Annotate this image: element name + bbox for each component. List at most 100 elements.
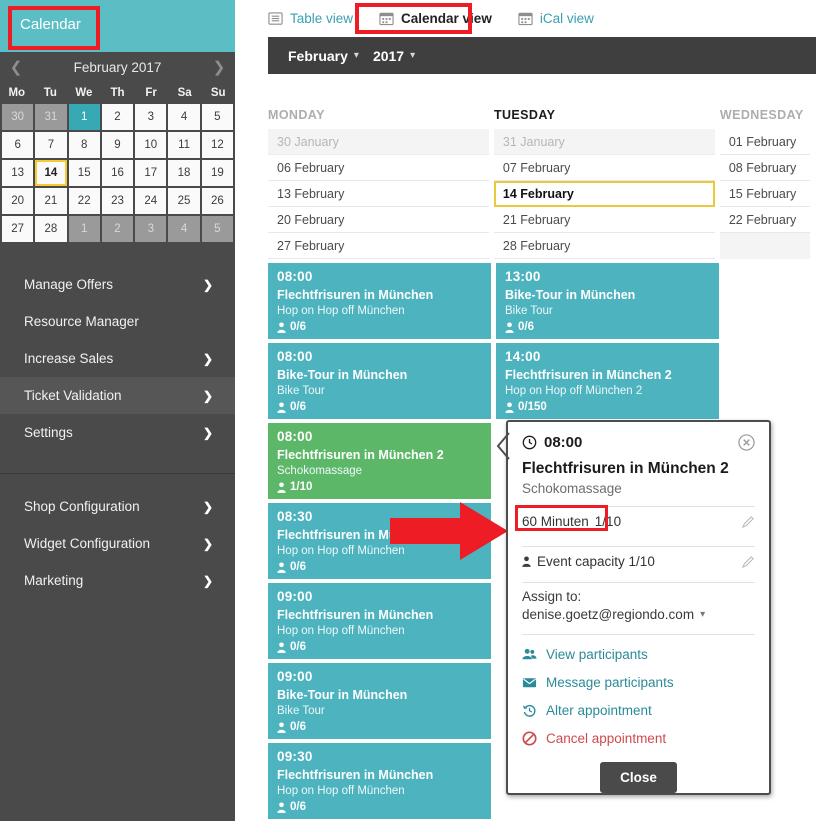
- mini-calendar-day[interactable]: 5: [201, 216, 233, 242]
- calendar-event-card[interactable]: 08:00 Flechtfrisuren in München 2 Schokoma…: [268, 423, 491, 499]
- mini-calendar-day[interactable]: 21: [35, 188, 67, 214]
- month-dropdown[interactable]: February: [288, 48, 348, 64]
- date-cell[interactable]: 15 February: [719, 181, 816, 207]
- date-cell[interactable]: 14 February: [493, 181, 715, 207]
- calendar-event-card[interactable]: 13:00 Bike-Tour in München Bike Tour 0/6: [496, 263, 719, 339]
- mini-calendar-day[interactable]: 1: [68, 216, 100, 242]
- mini-calendar-day[interactable]: 7: [35, 132, 67, 158]
- annotation-redbox-duration: [515, 505, 608, 531]
- close-circle-icon[interactable]: [738, 434, 755, 451]
- mini-calendar-day[interactable]: 20: [2, 188, 34, 214]
- mini-calendar-day[interactable]: 4: [168, 104, 200, 130]
- mini-calendar-day[interactable]: 22: [68, 188, 100, 214]
- date-cell[interactable]: 08 February: [719, 155, 816, 181]
- event-capacity: 0/6: [277, 401, 482, 413]
- calendar-event-card[interactable]: 08:00 Flechtfrisuren in München Hop on Hop…: [268, 263, 491, 339]
- sidebar-item-increase-sales[interactable]: Increase Sales ❯: [0, 340, 235, 377]
- mini-calendar-day[interactable]: 28: [35, 216, 67, 242]
- tab-table-view[interactable]: Table view: [268, 11, 353, 26]
- date-cell[interactable]: 06 February: [268, 155, 489, 181]
- sidebar-item-resource-manager[interactable]: Resource Manager: [0, 303, 235, 340]
- mini-calendar-day[interactable]: 24: [135, 188, 167, 214]
- calendar-event-card[interactable]: 09:00 Flechtfrisuren in München Hop on Hop…: [268, 583, 491, 659]
- mini-calendar-day[interactable]: 25: [168, 188, 200, 214]
- tab-label: Table view: [290, 11, 354, 26]
- date-cell[interactable]: 28 February: [493, 233, 715, 259]
- mini-calendar-day[interactable]: 5: [201, 104, 233, 130]
- mini-calendar-day[interactable]: 27: [2, 216, 34, 242]
- popup-action-alter-appointment[interactable]: Alter appointment: [522, 703, 755, 718]
- date-row: 13 February 14 February 15 February: [235, 181, 816, 207]
- chevron-down-icon-year[interactable]: ▾: [410, 50, 415, 61]
- date-cell[interactable]: 27 February: [268, 233, 489, 259]
- date-cell[interactable]: 30 January: [268, 129, 489, 155]
- mini-calendar-day[interactable]: 3: [135, 216, 167, 242]
- date-cell[interactable]: 20 February: [268, 207, 489, 233]
- event-time: 09:00: [277, 669, 313, 684]
- popup-capacity-row[interactable]: Event capacity 1/10: [522, 546, 755, 576]
- mini-calendar-day[interactable]: 13: [2, 160, 34, 186]
- event-subtitle: Bike Tour: [277, 385, 325, 397]
- calendar-event-card[interactable]: 08:00 Bike-Tour in München Bike Tour 0/6: [268, 343, 491, 419]
- sidebar-item-settings[interactable]: Settings ❯: [0, 414, 235, 451]
- date-cell[interactable]: 01 February: [719, 129, 816, 155]
- mini-calendar-day[interactable]: 11: [168, 132, 200, 158]
- sidebar-divider: [0, 473, 235, 474]
- sidebar-item-manage-offers[interactable]: Manage Offers ❯: [0, 266, 235, 303]
- date-cell[interactable]: 22 February: [719, 207, 816, 233]
- mini-calendar-day[interactable]: 9: [101, 132, 134, 158]
- mini-calendar-day[interactable]: 4: [168, 216, 200, 242]
- sidebar-item-widget-configuration[interactable]: Widget Configuration ❯: [0, 525, 235, 562]
- mini-calendar-day[interactable]: 3: [135, 104, 167, 130]
- mini-calendar-day[interactable]: 17: [135, 160, 167, 186]
- mini-calendar-day[interactable]: 6: [2, 132, 34, 158]
- event-capacity-value: 0/6: [290, 641, 306, 653]
- mini-calendar-day[interactable]: 12: [201, 132, 233, 158]
- mini-calendar-day[interactable]: 30: [2, 104, 34, 130]
- popup-action-message-participants[interactable]: Message participants: [522, 675, 755, 690]
- popup-action-view-participants[interactable]: View participants: [522, 647, 755, 662]
- calendar-event-card[interactable]: 09:30 Flechtfrisuren in München Hop on Hop…: [268, 743, 491, 819]
- mini-calendar-day[interactable]: 18: [168, 160, 200, 186]
- mini-calendar-day[interactable]: 8: [68, 132, 100, 158]
- chevron-right-icon: ❯: [202, 573, 213, 588]
- sidebar-item-label: Marketing: [24, 573, 84, 588]
- mini-calendar-day[interactable]: 2: [101, 104, 134, 130]
- year-dropdown[interactable]: 2017: [373, 48, 404, 64]
- chevron-left-icon[interactable]: ❮: [6, 58, 26, 76]
- mini-calendar-day[interactable]: 26: [201, 188, 233, 214]
- date-cell[interactable]: [719, 233, 816, 259]
- mini-calendar-day[interactable]: 16: [101, 160, 134, 186]
- mini-calendar-day[interactable]: 15: [68, 160, 100, 186]
- event-capacity: 0/6: [277, 801, 482, 813]
- mini-calendar-day[interactable]: 19: [201, 160, 233, 186]
- mini-calendar-day[interactable]: 31: [35, 104, 67, 130]
- mini-calendar-day[interactable]: 14: [35, 160, 67, 186]
- mini-calendar-weekday-row: Mo Tu We Th Fr Sa Su: [0, 82, 235, 104]
- popup-time-value: 08:00: [544, 434, 583, 451]
- calendar-event-card[interactable]: 08:30 Flechtfrisuren in München Hop on Hop…: [268, 503, 491, 579]
- chevron-down-icon-month[interactable]: ▾: [354, 50, 359, 61]
- date-cell[interactable]: 07 February: [493, 155, 715, 181]
- mini-calendar-day[interactable]: 2: [101, 216, 134, 242]
- popup-assign-dropdown[interactable]: denise.goetz@regiondo.com ▾: [522, 607, 755, 622]
- popup-assign-value: denise.goetz@regiondo.com: [522, 607, 695, 622]
- calendar-event-card[interactable]: 14:00 Flechtfrisuren in München 2 Hop on H…: [496, 343, 719, 419]
- pencil-icon[interactable]: [742, 555, 755, 568]
- tab-ical-view[interactable]: iCal view: [518, 11, 594, 26]
- calendar-event-card[interactable]: 09:00 Bike-Tour in München Bike Tour 0/6: [268, 663, 491, 739]
- date-cell[interactable]: 13 February: [268, 181, 489, 207]
- sidebar-item-marketing[interactable]: Marketing ❯: [0, 562, 235, 599]
- chevron-right-icon[interactable]: ❯: [209, 58, 229, 76]
- date-cell[interactable]: 21 February: [493, 207, 715, 233]
- date-cell[interactable]: 31 January: [493, 129, 715, 155]
- mini-calendar-day[interactable]: 10: [135, 132, 167, 158]
- mini-calendar-day[interactable]: 23: [101, 188, 134, 214]
- popup-action-cancel-appointment[interactable]: Cancel appointment: [522, 731, 755, 746]
- event-name: Flechtfrisuren in München 2: [277, 448, 444, 462]
- sidebar-item-ticket-validation[interactable]: Ticket Validation ❯: [0, 377, 235, 414]
- pencil-icon[interactable]: [742, 515, 755, 528]
- close-button[interactable]: Close: [600, 762, 677, 793]
- sidebar-item-shop-configuration[interactable]: Shop Configuration ❯: [0, 488, 235, 525]
- mini-calendar-day[interactable]: 1: [68, 104, 100, 130]
